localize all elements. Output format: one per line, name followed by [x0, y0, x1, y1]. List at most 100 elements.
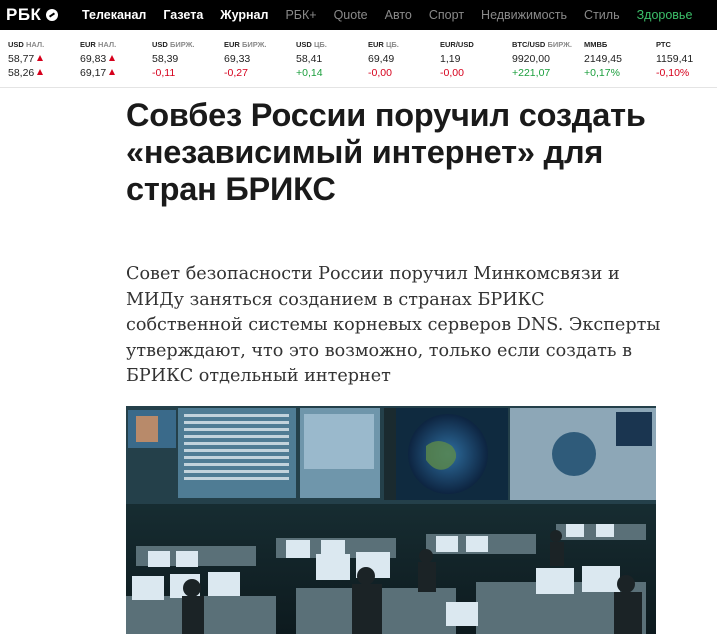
logo-text: РБК [6, 5, 42, 24]
ticker-label: USD ЦБ. [296, 40, 327, 49]
ticker-item[interactable]: EUR БИРЖ. 69,33 -0,27 [224, 40, 267, 79]
ticker-name: EUR/USD [440, 40, 474, 49]
arrow-up-icon [37, 55, 44, 61]
nav-item-5[interactable]: Авто [385, 8, 412, 22]
nav-item-0[interactable]: Телеканал [82, 8, 146, 22]
ticker-sub: БИРЖ. [241, 40, 267, 49]
ticker-value-row: -0,11 [152, 68, 195, 79]
control-room-photo [126, 406, 656, 634]
ticker-value-row: +0,14 [296, 68, 327, 79]
ticker-value: 58,26 [8, 67, 35, 79]
ticker-value-row: 1,19 [440, 54, 474, 65]
ticker-label: ММВБ [584, 40, 622, 49]
ticker-item[interactable]: EUR/USD 1,19 -0,00 [440, 40, 474, 79]
ticker-value-row: 69,49 [368, 54, 399, 65]
ticker-value-row: 2149,45 [584, 54, 622, 65]
top-nav-bar: РБК Телеканал Газета Журнал РБК+ Quote Авто Сп… [0, 0, 717, 30]
ticker-value: 58,77 [8, 53, 35, 65]
ticker-label: BTC/USD БИРЖ. [512, 40, 572, 49]
arrow-up-icon [109, 69, 116, 75]
article-headline: Совбез России поручил создать «независим… [126, 97, 646, 207]
nav-item-6[interactable]: Спорт [429, 8, 464, 22]
ticker-name: EUR [368, 40, 384, 49]
nav-item-7[interactable]: Недвижимость [481, 8, 567, 22]
article-photo[interactable] [126, 406, 656, 634]
ticker-value: -0,27 [224, 67, 248, 79]
ticker-value: 58,41 [296, 53, 323, 65]
ticker-label: EUR ЦБ. [368, 40, 399, 49]
ticker-sub: БИРЖ. [169, 40, 195, 49]
ticker-value-row: -0,27 [224, 68, 267, 79]
ticker-name: USD [152, 40, 168, 49]
ticker-sub: НАЛ. [97, 40, 117, 49]
ticker-value-row: 58,39 [152, 54, 195, 65]
arrow-up-icon [37, 69, 44, 75]
ticker-sub: ЦБ. [313, 40, 327, 49]
ticker-value-row: 58,41 [296, 54, 327, 65]
ticker-value-row: 69,17 [80, 68, 116, 79]
ticker-value: 69,33 [224, 53, 251, 65]
ticker-value: 69,49 [368, 53, 395, 65]
ticker-value-row: 1159,41 [656, 54, 693, 65]
nav-item-9[interactable]: Здоровье [637, 8, 693, 22]
ticker-label: USD НАЛ. [8, 40, 44, 49]
ticker-value: +0,14 [296, 67, 323, 79]
ticker-item[interactable]: BTC/USD БИРЖ. 9920,00 +221,07 [512, 40, 572, 79]
ticker-value: 58,39 [152, 53, 179, 65]
ticker-value: 9920,00 [512, 53, 550, 65]
ticker-value: -0,11 [152, 67, 176, 79]
main-nav: Телеканал Газета Журнал РБК+ Quote Авто Спорт Н… [82, 0, 692, 30]
rbc-logo[interactable]: РБК [0, 0, 82, 30]
ticker-value: 2149,45 [584, 53, 622, 65]
nav-item-1[interactable]: Газета [163, 8, 203, 22]
ticker-label: EUR НАЛ. [80, 40, 116, 49]
ticker-name: USD [296, 40, 312, 49]
ticker-item[interactable]: EUR ЦБ. 69,49 -0,00 [368, 40, 399, 79]
ticker-name: USD [8, 40, 24, 49]
ticker-value: -0,00 [368, 67, 392, 79]
ticker-sub: НАЛ. [25, 40, 45, 49]
arrow-up-icon [109, 55, 116, 61]
ticker-label: РТС [656, 40, 693, 49]
nav-item-8[interactable]: Стиль [584, 8, 620, 22]
ticker-value-row: -0,00 [440, 68, 474, 79]
ticker-sub: БИРЖ. [547, 40, 572, 49]
ticker-value: 69,17 [80, 67, 107, 79]
ticker-value: -0,10% [656, 67, 690, 79]
ticker-item[interactable]: USD ЦБ. 58,41 +0,14 [296, 40, 327, 79]
nav-item-2[interactable]: Журнал [220, 8, 268, 22]
ticker-value: 69,83 [80, 53, 107, 65]
ticker-label: EUR БИРЖ. [224, 40, 267, 49]
ticker-value: 1,19 [440, 53, 461, 65]
ticker-value-row: 58,77 [8, 54, 44, 65]
ticker-name: EUR [80, 40, 96, 49]
nav-item-4[interactable]: Quote [334, 8, 368, 22]
ticker-value: 1159,41 [656, 53, 694, 65]
ticker-value-row: 69,83 [80, 54, 116, 65]
currency-ticker: USD НАЛ. 58,77 58,26 EUR НАЛ. 69,83 69,17 USD … [0, 30, 717, 88]
ticker-value: -0,00 [440, 67, 464, 79]
ticker-value-row: -0,00 [368, 68, 399, 79]
ticker-name: BTC/USD [512, 40, 546, 49]
rbc-globe-icon [46, 9, 59, 21]
ticker-item[interactable]: EUR НАЛ. 69,83 69,17 [80, 40, 116, 79]
ticker-label: USD БИРЖ. [152, 40, 195, 49]
ticker-value: +221,07 [512, 67, 551, 79]
ticker-item[interactable]: ММВБ 2149,45 +0,17% [584, 40, 622, 79]
ticker-value-row: 69,33 [224, 54, 267, 65]
ticker-value-row: -0,10% [656, 68, 693, 79]
ticker-name: EUR [224, 40, 240, 49]
ticker-value-row: 9920,00 [512, 54, 572, 65]
ticker-sub: ЦБ. [385, 40, 399, 49]
ticker-value: +0,17% [584, 67, 620, 79]
ticker-name: ММВБ [584, 40, 608, 49]
article-lead: Совет безопасности России поручил Минком… [126, 264, 661, 386]
ticker-item[interactable]: USD БИРЖ. 58,39 -0,11 [152, 40, 195, 79]
ticker-label: EUR/USD [440, 40, 474, 49]
ticker-item[interactable]: РТС 1159,41 -0,10% [656, 40, 693, 79]
ticker-value-row: +221,07 [512, 68, 572, 79]
ticker-name: РТС [656, 40, 671, 49]
ticker-value-row: 58,26 [8, 68, 44, 79]
nav-item-3[interactable]: РБК+ [285, 8, 316, 22]
ticker-item[interactable]: USD НАЛ. 58,77 58,26 [8, 40, 44, 79]
